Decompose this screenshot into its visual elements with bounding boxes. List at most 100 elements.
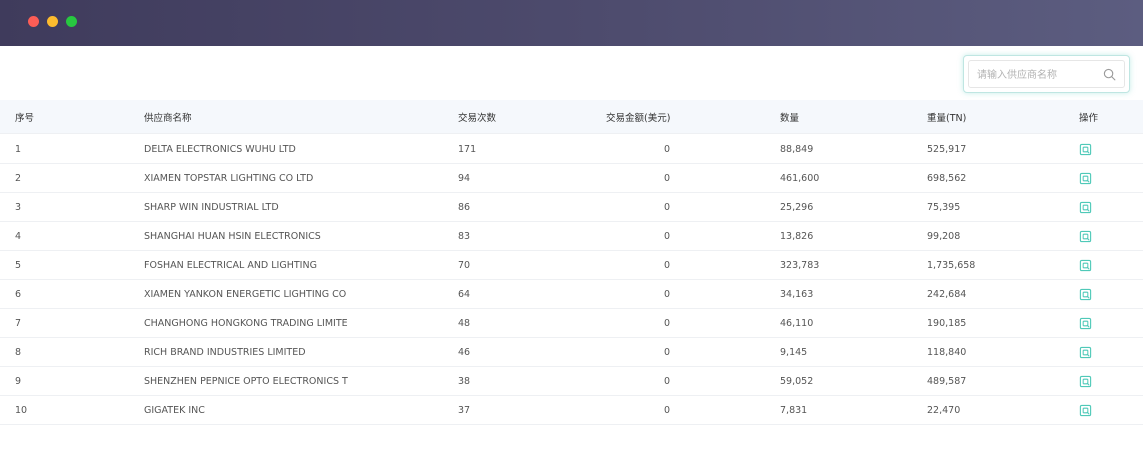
- view-detail-button[interactable]: [1079, 135, 1092, 163]
- view-detail-icon[interactable]: [1079, 375, 1092, 388]
- supplier-name: XIAMEN YANKON ENERGETIC LIGHTING CO: [144, 288, 347, 300]
- transaction-amount: 0: [664, 143, 671, 155]
- table-row: 4 SHANGHAI HUAN HSIN ELECTRONICS 83 0 13…: [0, 222, 1143, 251]
- view-detail-button[interactable]: [1079, 193, 1092, 221]
- table-row: 2 XIAMEN TOPSTAR LIGHTING CO LTD 94 0 46…: [0, 164, 1143, 193]
- view-detail-button[interactable]: [1079, 309, 1092, 337]
- view-detail-icon[interactable]: [1079, 346, 1092, 359]
- supplier-name: FOSHAN ELECTRICAL AND LIGHTING: [144, 259, 317, 271]
- quantity-value: 7,831: [780, 404, 808, 416]
- table-row: 3 SHARP WIN INDUSTRIAL LTD 86 0 25,296 7…: [0, 193, 1143, 222]
- transaction-count: 38: [458, 375, 471, 387]
- weight-value: 75,395: [927, 201, 961, 213]
- table-row: 9 SHENZHEN PEPNICE OPTO ELECTRONICS T 38…: [0, 367, 1143, 396]
- view-detail-icon[interactable]: [1079, 288, 1092, 301]
- quantity-value: 25,296: [780, 201, 814, 213]
- view-detail-button[interactable]: [1079, 164, 1092, 192]
- transaction-count: 70: [458, 259, 471, 271]
- table-row: 1 DELTA ELECTRONICS WUHU LTD 171 0 88,84…: [0, 135, 1143, 164]
- minimize-window-button[interactable]: [47, 16, 58, 27]
- transaction-amount: 0: [664, 288, 671, 300]
- close-window-button[interactable]: [28, 16, 39, 27]
- view-detail-button[interactable]: [1079, 338, 1092, 366]
- transaction-amount: 0: [664, 404, 671, 416]
- transaction-count: 48: [458, 317, 471, 329]
- column-header-supplier: 供应商名称: [144, 112, 192, 124]
- table-row: 5 FOSHAN ELECTRICAL AND LIGHTING 70 0 32…: [0, 251, 1143, 280]
- row-index: 9: [15, 375, 22, 387]
- view-detail-icon[interactable]: [1079, 201, 1092, 214]
- quantity-value: 34,163: [780, 288, 814, 300]
- weight-value: 489,587: [927, 375, 967, 387]
- search-input-frame: [968, 60, 1125, 88]
- table-row: 10 GIGATEK INC 37 0 7,831 22,470: [0, 396, 1143, 425]
- supplier-name: XIAMEN TOPSTAR LIGHTING CO LTD: [144, 172, 314, 184]
- transaction-amount: 0: [664, 259, 671, 271]
- view-detail-icon[interactable]: [1079, 230, 1092, 243]
- quantity-value: 9,145: [780, 346, 808, 358]
- view-detail-icon[interactable]: [1079, 143, 1092, 156]
- quantity-value: 323,783: [780, 259, 820, 271]
- row-index: 1: [15, 143, 22, 155]
- table-header: 序号 供应商名称 交易次数 交易金额(美元) 数量 重量(TN) 操作: [0, 100, 1143, 134]
- view-detail-button[interactable]: [1079, 222, 1092, 250]
- weight-value: 22,470: [927, 404, 961, 416]
- view-detail-icon[interactable]: [1079, 259, 1092, 272]
- table-row: 7 CHANGHONG HONGKONG TRADING LIMITE 48 0…: [0, 309, 1143, 338]
- supplier-name: CHANGHONG HONGKONG TRADING LIMITE: [144, 317, 348, 329]
- row-index: 3: [15, 201, 22, 213]
- supplier-name: SHARP WIN INDUSTRIAL LTD: [144, 201, 279, 213]
- weight-value: 99,208: [927, 230, 961, 242]
- column-header-weight: 重量(TN): [927, 112, 967, 124]
- weight-value: 1,735,658: [927, 259, 976, 271]
- view-detail-icon[interactable]: [1079, 404, 1092, 417]
- view-detail-button[interactable]: [1079, 251, 1092, 279]
- row-index: 4: [15, 230, 22, 242]
- window-titlebar: [0, 0, 1143, 46]
- supplier-name: RICH BRAND INDUSTRIES LIMITED: [144, 346, 306, 358]
- column-header-quantity: 数量: [780, 112, 800, 124]
- view-detail-icon[interactable]: [1079, 172, 1092, 185]
- quantity-value: 46,110: [780, 317, 814, 329]
- column-header-index: 序号: [15, 112, 35, 124]
- row-index: 10: [15, 404, 28, 416]
- quantity-value: 461,600: [780, 172, 820, 184]
- quantity-value: 88,849: [780, 143, 814, 155]
- quantity-value: 13,826: [780, 230, 814, 242]
- quantity-value: 59,052: [780, 375, 814, 387]
- supplier-search-input[interactable]: [977, 64, 1097, 86]
- transaction-amount: 0: [664, 201, 671, 213]
- supplier-name: GIGATEK INC: [144, 404, 205, 416]
- zoom-window-button[interactable]: [66, 16, 77, 27]
- view-detail-icon[interactable]: [1079, 317, 1092, 330]
- supplier-name: DELTA ELECTRONICS WUHU LTD: [144, 143, 296, 155]
- view-detail-button[interactable]: [1079, 367, 1092, 395]
- row-index: 8: [15, 346, 22, 358]
- table-row: 6 XIAMEN YANKON ENERGETIC LIGHTING CO 64…: [0, 280, 1143, 309]
- transaction-amount: 0: [664, 346, 671, 358]
- supplier-name: SHENZHEN PEPNICE OPTO ELECTRONICS T: [144, 375, 348, 387]
- weight-value: 242,684: [927, 288, 967, 300]
- row-index: 2: [15, 172, 22, 184]
- transaction-amount: 0: [664, 375, 671, 387]
- transaction-count: 94: [458, 172, 471, 184]
- weight-value: 190,185: [927, 317, 967, 329]
- transaction-count: 46: [458, 346, 471, 358]
- view-detail-button[interactable]: [1079, 396, 1092, 424]
- row-index: 6: [15, 288, 22, 300]
- weight-value: 525,917: [927, 143, 967, 155]
- transaction-count: 86: [458, 201, 471, 213]
- transaction-count: 83: [458, 230, 471, 242]
- weight-value: 698,562: [927, 172, 967, 184]
- column-header-action: 操作: [1079, 112, 1099, 124]
- transaction-count: 171: [458, 143, 477, 155]
- transaction-amount: 0: [664, 317, 671, 329]
- weight-value: 118,840: [927, 346, 967, 358]
- column-header-transactions: 交易次数: [458, 112, 497, 124]
- row-index: 5: [15, 259, 22, 271]
- transaction-count: 64: [458, 288, 471, 300]
- view-detail-button[interactable]: [1079, 280, 1092, 308]
- search-icon[interactable]: [1103, 68, 1116, 81]
- table-row: 8 RICH BRAND INDUSTRIES LIMITED 46 0 9,1…: [0, 338, 1143, 367]
- transaction-amount: 0: [664, 230, 671, 242]
